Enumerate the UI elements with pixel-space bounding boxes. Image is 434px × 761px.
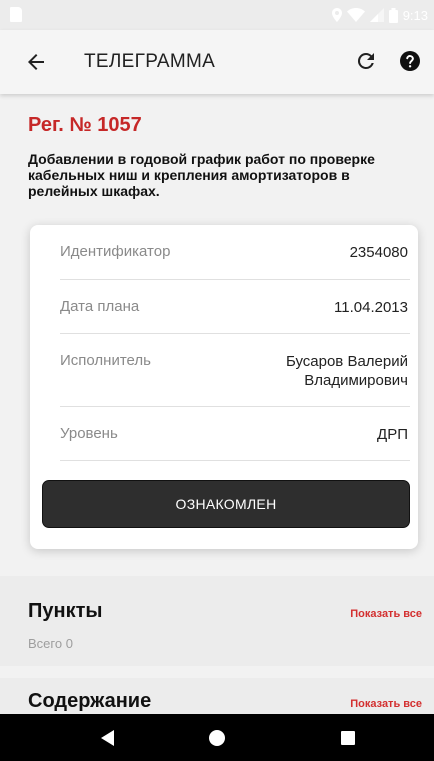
status-time: 9:13	[402, 7, 428, 23]
document-content: Рег. № 1057 Добавлении в годовой график …	[0, 94, 434, 714]
detail-row-level: Уровень ДРП	[60, 407, 410, 461]
back-arrow-icon[interactable]	[24, 50, 48, 74]
wifi-icon	[346, 8, 365, 22]
detail-value: 11.04.2013	[334, 299, 408, 316]
detail-row-identifier: Идентификатор 2354080	[60, 225, 410, 280]
app-bar: ТЕЛЕГРАММА	[0, 30, 434, 94]
content-title: Содержание	[28, 690, 152, 712]
registration-number: Рег. № 1057	[28, 114, 142, 136]
details-card: Идентификатор 2354080 Дата плана 11.04.2…	[30, 225, 418, 549]
sd-card-icon	[10, 7, 22, 22]
page-title: ТЕЛЕГРАММА	[84, 51, 216, 72]
nav-back-icon[interactable]	[96, 726, 120, 750]
nav-home-icon[interactable]	[205, 726, 229, 750]
battery-icon	[388, 7, 398, 23]
items-count: Всего 0	[28, 636, 73, 651]
detail-row-plan-date: Дата плана 11.04.2013	[60, 280, 410, 334]
content-section: Содержание Показать все	[0, 678, 434, 714]
signal-icon	[369, 8, 384, 22]
items-show-all-link[interactable]: Показать все	[350, 608, 422, 620]
detail-value: ДРП	[377, 426, 408, 443]
content-show-all-link[interactable]: Показать все	[350, 698, 422, 710]
detail-value: 2354080	[349, 244, 408, 261]
acknowledge-button[interactable]: ОЗНАКОМЛЕН	[42, 480, 410, 528]
refresh-icon[interactable]	[354, 49, 378, 73]
detail-label: Уровень	[60, 425, 118, 442]
status-bar: 9:13	[0, 0, 434, 30]
location-icon	[331, 8, 342, 22]
system-nav-bar	[0, 714, 434, 761]
detail-label: Идентификатор	[60, 243, 171, 260]
items-title: Пункты	[28, 600, 103, 622]
document-subject: Добавлении в годовой график работ по про…	[28, 151, 375, 199]
detail-label: Исполнитель	[60, 352, 151, 369]
detail-row-executor: Исполнитель Бусаров Валерий Владимирович	[60, 334, 410, 407]
help-icon[interactable]	[398, 49, 422, 73]
status-icons: 9:13	[331, 6, 428, 24]
nav-recents-icon[interactable]	[336, 726, 360, 750]
detail-label: Дата плана	[60, 298, 140, 315]
items-section: Пункты Показать все Всего 0	[0, 576, 434, 666]
detail-value: Бусаров Валерий Владимирович	[285, 353, 408, 389]
